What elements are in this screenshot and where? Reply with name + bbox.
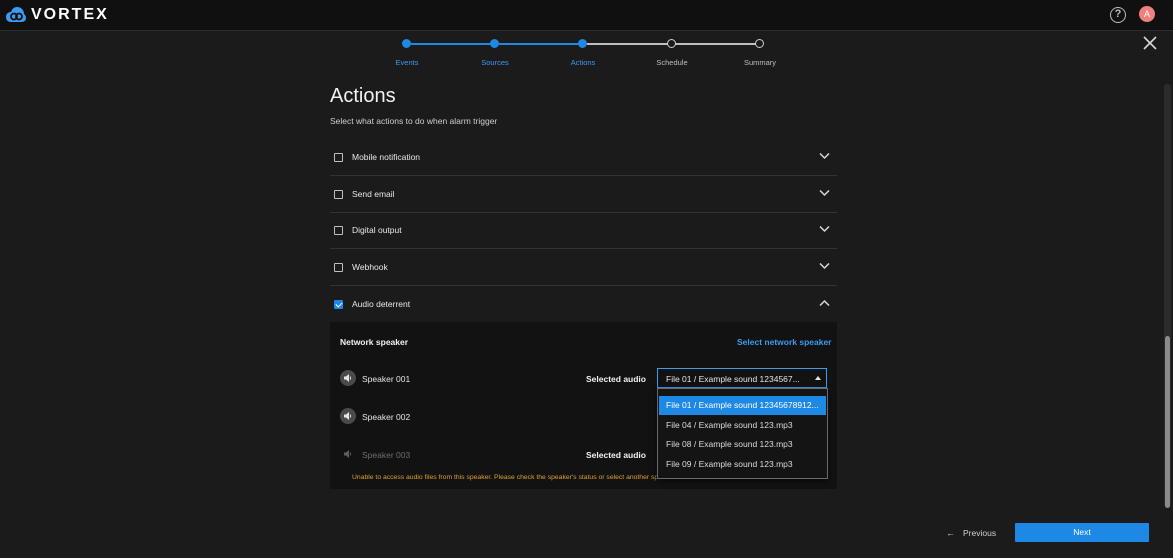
close-icon[interactable] [1141,34,1159,52]
step-dot-summary[interactable] [755,39,764,48]
chevron-down-icon[interactable] [819,189,830,197]
step-connector [499,43,583,45]
select-network-speaker-link[interactable]: Select network speaker [737,337,832,347]
audio-file-select[interactable]: File 01 / Example sound 1234567... [657,368,827,388]
speaker-icon [340,408,356,424]
dropdown-option[interactable]: File 08 / Example sound 123.mp3 [659,435,826,454]
action-label: Send email [352,189,395,199]
step-label-summary[interactable]: Summary [725,58,795,67]
step-label-events[interactable]: Events [372,58,442,67]
previous-label: Previous [963,528,997,538]
selected-audio-label: Selected audio [586,450,646,460]
avatar[interactable]: A [1139,6,1155,22]
action-label: Mobile notification [352,152,421,162]
next-button[interactable]: Next [1015,523,1149,542]
chevron-down-icon[interactable] [819,225,830,233]
dropdown-option[interactable]: File 01 / Example sound 12345678912... [659,396,826,415]
cloud-logo-icon [6,7,26,22]
arrow-left-icon: ← [946,528,955,538]
vortex-logo[interactable]: VORTEX [6,6,109,24]
chevron-up-icon[interactable] [819,299,830,307]
chevron-down-icon[interactable] [819,152,830,160]
step-label-schedule[interactable]: Schedule [637,58,707,67]
dropdown-option[interactable]: File 04 / Example sound 123.mp3 [659,416,826,435]
caret-up-icon [815,376,821,380]
scrollbar-thumb[interactable] [1165,336,1170,508]
step-dot-sources[interactable] [490,39,499,48]
webhook-checkbox[interactable] [334,263,343,272]
action-row-webhook[interactable]: Webhook [330,249,837,286]
mobile-notification-checkbox[interactable] [334,153,343,162]
send-email-checkbox[interactable] [334,190,343,199]
speaker-icon [340,370,356,386]
speaker-name: Speaker 002 [362,412,411,422]
step-connector [411,43,495,45]
page-subtitle: Select what actions to do when alarm tri… [330,116,498,126]
network-speaker-heading: Network speaker [340,337,409,347]
action-row-mobile-notification[interactable]: Mobile notification [330,139,837,176]
action-row-digital-output[interactable]: Digital output [330,212,837,249]
help-icon[interactable]: ? [1110,7,1126,23]
top-bar: VORTEX ? A [0,0,1173,31]
audio-deterrent-checkbox[interactable] [334,300,343,309]
chevron-down-icon[interactable] [819,262,830,270]
action-label: Digital output [352,225,402,235]
audio-select-value: File 01 / Example sound 1234567... [666,374,800,384]
page-title: Actions [330,85,396,107]
action-row-send-email[interactable]: Send email [330,176,837,213]
step-label-actions[interactable]: Actions [548,58,618,67]
step-connector [675,43,759,45]
digital-output-checkbox[interactable] [334,226,343,235]
action-row-audio-deterrent[interactable]: Audio deterrent [330,286,837,323]
wizard-stepper: Events Sources Actions Schedule Summary [370,36,800,72]
speaker-icon [340,446,356,462]
step-dot-actions[interactable] [578,39,587,48]
step-dot-events[interactable] [402,39,411,48]
speaker-name: Speaker 001 [362,374,411,384]
app-name: VORTEX [31,6,109,23]
action-label: Webhook [352,262,388,272]
speaker-name: Speaker 003 [362,450,411,460]
step-connector [587,43,671,45]
audio-file-dropdown: File 01 / Example sound 12345678912... F… [657,388,828,479]
dropdown-option[interactable]: File 09 / Example sound 123.mp3 [659,455,826,474]
step-dot-schedule[interactable] [667,39,676,48]
step-label-sources[interactable]: Sources [460,58,530,67]
previous-button[interactable]: ← Previous [946,526,996,540]
selected-audio-label: Selected audio [586,374,646,384]
action-label: Audio deterrent [352,299,411,309]
